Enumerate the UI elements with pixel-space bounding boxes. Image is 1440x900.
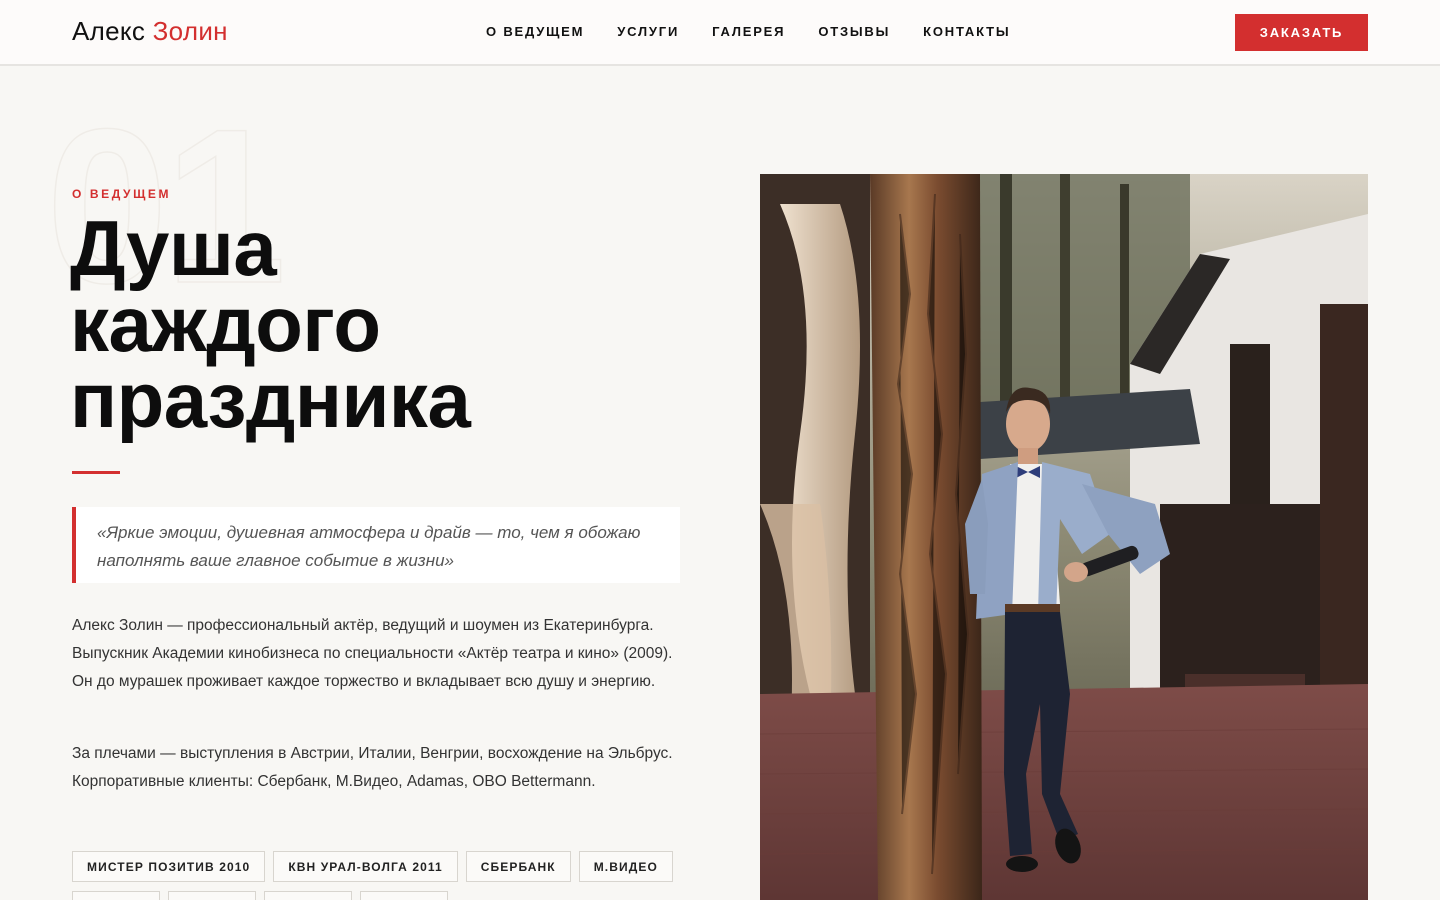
nav-item-contacts[interactable]: КОНТАКТЫ bbox=[923, 24, 1010, 39]
tag bbox=[360, 891, 448, 900]
main-nav: О ВЕДУЩЕМ УСЛУГИ ГАЛЕРЕЯ ОТЗЫВЫ КОНТАКТЫ bbox=[486, 24, 1010, 39]
tag bbox=[72, 891, 160, 900]
nav-item-reviews[interactable]: ОТЗЫВЫ bbox=[818, 24, 890, 39]
accent-divider bbox=[72, 471, 120, 474]
title-line: праздника bbox=[70, 356, 471, 444]
nav-item-gallery[interactable]: ГАЛЕРЕЯ bbox=[712, 24, 785, 39]
page-title: Душа каждого праздника bbox=[70, 204, 670, 444]
host-photo-illustration bbox=[760, 174, 1368, 900]
section-eyebrow: О ВЕДУЩЕМ bbox=[72, 187, 172, 201]
tag: СБЕРБАНК bbox=[465, 851, 571, 882]
logo[interactable]: Алекс Золин bbox=[72, 16, 228, 47]
bio-paragraph: Алекс Золин — профессиональный актёр, ве… bbox=[72, 617, 673, 690]
hero-quote: «Яркие эмоции, душевная атмосфера и драй… bbox=[72, 507, 680, 583]
logo-first-name: Алекс bbox=[72, 16, 146, 46]
title-line: каждого bbox=[70, 280, 381, 368]
site-header: Алекс Золин О ВЕДУЩЕМ УСЛУГИ ГАЛЕРЕЯ ОТЗ… bbox=[0, 0, 1440, 66]
bio-paragraph: За плечами — выступления в Австрии, Итал… bbox=[72, 745, 673, 790]
tag bbox=[264, 891, 352, 900]
nav-item-about[interactable]: О ВЕДУЩЕМ bbox=[486, 24, 584, 39]
logo-last-name: Золин bbox=[152, 16, 228, 46]
tag bbox=[168, 891, 256, 900]
achievement-tags: МИСТЕР ПОЗИТИВ 2010 КВН УРАЛ-ВОЛГА 2011 … bbox=[72, 851, 692, 900]
tag: М.ВИДЕО bbox=[578, 851, 673, 882]
tag: КВН УРАЛ-ВОЛГА 2011 bbox=[273, 851, 458, 882]
host-photo bbox=[760, 174, 1368, 900]
title-line: Душа bbox=[70, 204, 277, 292]
nav-item-services[interactable]: УСЛУГИ bbox=[617, 24, 679, 39]
tag: МИСТЕР ПОЗИТИВ 2010 bbox=[72, 851, 266, 882]
order-button[interactable]: ЗАКАЗАТЬ bbox=[1235, 14, 1368, 51]
